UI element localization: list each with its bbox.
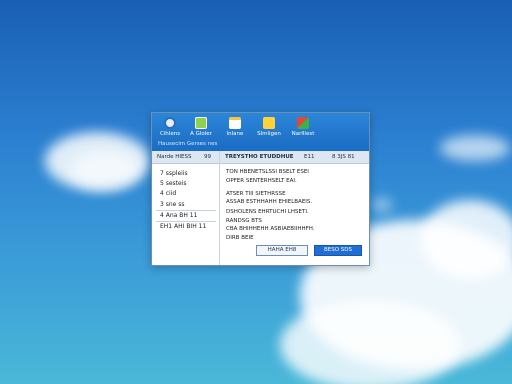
toolbar-button-label: A Gloler: [190, 131, 212, 137]
details-header-title: TREYSTHO ETUDDHUE: [225, 154, 294, 160]
details-line: CBA BHIHHEHH ASBIAEBIIHHFH.: [226, 226, 315, 232]
document-icon: [195, 117, 207, 129]
clipboard-icon: [229, 117, 241, 129]
toolbar-button-label: Narlllest: [291, 131, 315, 137]
ribbon-toolbar: Cihlens A Gloler Inlane Slmligen Narllle…: [152, 113, 369, 151]
gear-icon: [164, 117, 176, 129]
ribbon-subtitle: Hausecim Gerses nes: [158, 141, 218, 147]
details-line: ATSER TIII SIETHRSSE: [226, 191, 286, 197]
details-line: DIRB BEIE: [226, 235, 254, 241]
app-window: Cihlens A Gloler Inlane Slmligen Narllle…: [151, 112, 370, 266]
navigation-header: Narde HIESS 99: [152, 151, 219, 164]
nav-divider: [156, 210, 216, 211]
navigation-header-title: Narde HIESS: [157, 154, 192, 160]
details-line: RANDSG BTS: [226, 218, 262, 224]
toolbar-button-5[interactable]: Narlllest: [286, 117, 320, 138]
navigation-header-badge: 99: [204, 154, 211, 160]
toolbar-button-label: Cihlens: [159, 131, 181, 137]
toolbar-button-label: Inlane: [226, 131, 244, 137]
cloud: [280, 300, 460, 384]
content-area: Narde HIESS 99 7 sspleiis 5 sesteis 4 ci…: [152, 151, 369, 265]
cloud: [372, 198, 392, 212]
details-line: OPFER SENTERHSELT EAI.: [226, 178, 297, 184]
nav-item[interactable]: EH1 AHI BIH 11: [160, 223, 206, 230]
navigation-pane: Narde HIESS 99 7 sspleiis 5 sesteis 4 ci…: [152, 151, 220, 265]
cloud: [420, 200, 512, 280]
details-header-column: E11: [304, 154, 315, 160]
cloud: [70, 150, 140, 190]
primary-button[interactable]: BESO SDS: [314, 245, 362, 256]
nav-item[interactable]: 4 Ana BH 11: [160, 212, 197, 219]
toolbar-button-label: Slmligen: [257, 131, 281, 137]
details-header-column: 8 3JS 81: [332, 154, 355, 160]
toolbar-button-4[interactable]: Slmligen: [252, 117, 286, 138]
secondary-button[interactable]: HAHA EH8: [256, 245, 308, 256]
cloud: [440, 135, 510, 161]
nav-item[interactable]: 5 sesteis: [160, 180, 187, 187]
toolbar-button-3[interactable]: Inlane: [218, 117, 252, 138]
nav-item[interactable]: 7 sspleiis: [160, 170, 188, 177]
details-line: TON HBENETSLSSI BSELT ESEI: [226, 169, 309, 175]
toolbar-button-1[interactable]: Cihlens: [153, 117, 187, 138]
nav-divider: [156, 221, 216, 222]
nav-item[interactable]: 4 ciid: [160, 190, 176, 197]
details-line: ASSAB ESTHHAHH EHIELBAEIS.: [226, 199, 313, 205]
nav-item[interactable]: 3 sne ss: [160, 201, 185, 208]
details-header: TREYSTHO ETUDDHUE E11 8 3JS 81: [220, 151, 369, 164]
folder-icon: [263, 117, 275, 129]
details-line: DSHOLENS EHRTUCHI LHSETI.: [226, 209, 309, 215]
palette-icon: [297, 117, 309, 129]
details-pane: TREYSTHO ETUDDHUE E11 8 3JS 81 TON HBENE…: [220, 151, 369, 265]
toolbar-button-2[interactable]: A Gloler: [184, 117, 218, 138]
